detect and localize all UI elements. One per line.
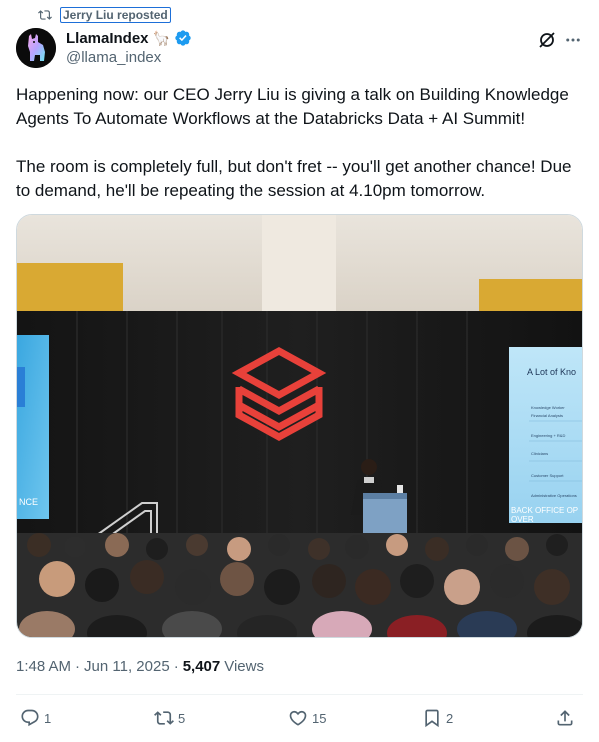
screen-right-title: A Lot of Kno	[527, 367, 576, 377]
bookmark-count: 2	[446, 710, 454, 726]
divider	[16, 694, 583, 695]
meta-separator: ·	[173, 658, 179, 675]
tweet-time[interactable]: 1:48 AM	[16, 658, 71, 675]
like-button[interactable]: 15	[288, 706, 326, 730]
repost-label[interactable]: Jerry Liu reposted	[60, 7, 171, 23]
repost-icon	[38, 10, 52, 20]
screen-right-row: Engineering + R&D	[531, 433, 565, 438]
repost-count: 5	[178, 710, 186, 726]
share-button[interactable]	[555, 706, 575, 730]
screen-right-row: Financial Analysts	[531, 413, 563, 418]
screen-right-row: Customer Support	[531, 473, 564, 478]
more-icon[interactable]	[563, 30, 583, 50]
heart-icon	[289, 710, 307, 726]
views-label: Views	[224, 658, 264, 675]
llama-logo-avatar[interactable]	[16, 28, 56, 68]
tweet-photo[interactable]: NCE A Lot of Kno Knowledge Worker Financ…	[16, 214, 583, 638]
repost-button[interactable]: 5	[154, 706, 185, 730]
repost-indicator[interactable]: Jerry Liu reposted	[38, 6, 171, 24]
meta-separator: ·	[75, 658, 81, 675]
verified-badge-icon[interactable]	[174, 29, 192, 47]
tweet-date[interactable]: Jun 11, 2025	[84, 658, 170, 675]
repost-icon	[154, 711, 174, 725]
share-icon	[557, 710, 573, 726]
screen-right-footer-2: OVER	[511, 515, 534, 524]
tweet-paragraph: The room is completely full, but don't f…	[16, 157, 572, 200]
author-display-name[interactable]: LlamaIndex	[66, 30, 149, 47]
reply-icon	[21, 709, 39, 727]
bookmark-icon	[425, 709, 439, 728]
tweet-paragraph: Happening now: our CEO Jerry Liu is givi…	[16, 85, 569, 128]
tweet-text: Happening now: our CEO Jerry Liu is givi…	[16, 83, 584, 203]
screen-left-text: NCE	[19, 497, 38, 507]
screen-right-row: Knowledge Worker	[531, 405, 565, 410]
author-emoji: 🦙	[152, 29, 170, 46]
views-count: 5,407	[182, 658, 221, 675]
grok-icon[interactable]	[537, 30, 557, 50]
tweet-meta: 1:48 AM · Jun 11, 2025 · 5,407 Views	[16, 658, 264, 675]
bookmark-button[interactable]: 2	[422, 706, 453, 730]
screen-right-footer: BACK OFFICE OP	[511, 506, 578, 515]
like-count: 15	[312, 710, 327, 726]
action-bar: 1 5 15 2	[16, 706, 583, 730]
screen-right-row: Clinicians	[531, 451, 548, 456]
author-block: LlamaIndex 🦙 @llama_index	[66, 28, 192, 66]
author-handle[interactable]: @llama_index	[66, 49, 192, 66]
reply-count: 1	[44, 710, 52, 726]
screen-right-row: Administrative Operations	[531, 493, 577, 498]
reply-button[interactable]: 1	[20, 706, 51, 730]
